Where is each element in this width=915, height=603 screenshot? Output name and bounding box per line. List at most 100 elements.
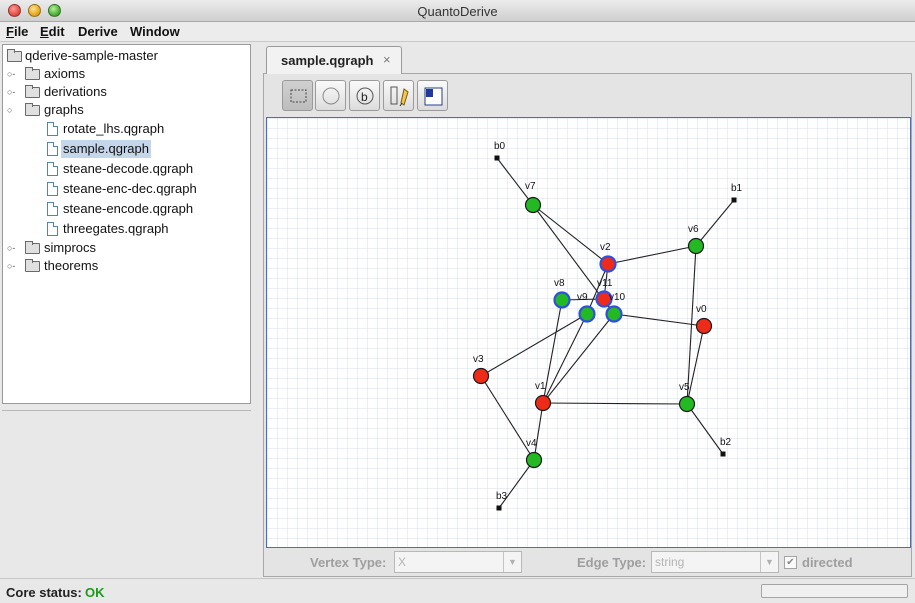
project-tree[interactable]: qderive-sample-master ○- axioms ○- deriv… — [2, 44, 251, 404]
graph-canvas[interactable]: b0 b1 b2 b3 v7 v6 v2 v8 v11 v9 v10 v0 v3 v1 v5 v4 — [266, 117, 911, 548]
tab-close-icon[interactable]: × — [383, 52, 391, 67]
tab-label: sample.qgraph — [281, 53, 374, 68]
graph-vertex-v7[interactable] — [524, 196, 542, 214]
collapse-toggle-icon[interactable]: ○ — [7, 105, 17, 115]
menu-bar: File Edit Derive Window — [0, 22, 915, 42]
tree-file-label-selected: sample.qgraph — [61, 140, 151, 158]
graph-vertex-b3[interactable] — [496, 505, 502, 511]
graph-vertex-label-v1: v1 — [535, 381, 546, 392]
tree-root[interactable]: qderive-sample-master — [3, 47, 243, 65]
tree-item-derivations[interactable]: ○- derivations — [3, 83, 243, 101]
vertex-type-select[interactable]: X ▼ — [394, 551, 522, 573]
graph-vertex-label-v8: v8 — [554, 278, 565, 289]
graph-vertex-v1[interactable] — [534, 394, 552, 412]
tab-sample-qgraph[interactable]: sample.qgraph × — [266, 46, 402, 74]
tree-file-rotate-lhs[interactable]: rotate_lhs.qgraph — [3, 120, 243, 138]
chevron-down-icon: ▼ — [760, 552, 778, 572]
graph-vertex-b1[interactable] — [731, 197, 737, 203]
tree-file-label: steane-enc-dec.qgraph — [63, 181, 197, 196]
tree-file-label: steane-decode.qgraph — [63, 161, 194, 176]
core-status-label: Core status: — [6, 585, 82, 600]
menu-edit[interactable]: Edit — [40, 24, 65, 39]
add-boundary-tool-icon: b — [356, 87, 374, 105]
graph-vertex-label-v11: v11 — [597, 278, 613, 289]
edge-type-value: string — [655, 555, 685, 569]
add-vertex-tool-button[interactable] — [315, 80, 346, 111]
add-vertex-tool-icon — [322, 87, 340, 105]
tree-item-label: simprocs — [44, 240, 97, 255]
menu-derive[interactable]: Derive — [78, 24, 118, 39]
tree-item-label: graphs — [44, 102, 84, 117]
graph-vertex-b0[interactable] — [494, 155, 500, 161]
tree-item-graphs[interactable]: ○ graphs — [3, 101, 243, 119]
window-title-bar: QuantoDerive — [0, 0, 915, 22]
menu-window[interactable]: Window — [130, 24, 180, 39]
graph-vertex-label-v9: v9 — [577, 292, 588, 303]
graph-vertex-label-v0: v0 — [696, 304, 707, 315]
graph-vertex-label-v7: v7 — [525, 181, 536, 192]
add-boundary-tool-button[interactable]: b — [349, 80, 380, 111]
graph-vertex-v6[interactable] — [687, 237, 705, 255]
tree-item-label: theorems — [44, 258, 99, 273]
secondary-panel — [2, 410, 251, 577]
graph-vertex-v5[interactable] — [678, 395, 696, 413]
folder-icon — [7, 49, 22, 62]
graph-vertex-v10[interactable] — [605, 305, 623, 323]
menu-file[interactable]: File — [6, 24, 28, 39]
graph-vertex-label-v2: v2 — [600, 242, 611, 253]
menu-edit-mnemonic: E — [40, 24, 49, 39]
graph-vertex-v4[interactable] — [525, 451, 543, 469]
graph-vertex-v9[interactable] — [578, 305, 596, 323]
expand-toggle-icon[interactable]: ○- — [7, 243, 17, 253]
tree-item-theorems[interactable]: ○- theorems — [3, 257, 243, 275]
graph-vertex-b2[interactable] — [720, 451, 726, 457]
svg-text:b: b — [361, 90, 368, 104]
tree-file-label: rotate_lhs.qgraph — [63, 121, 165, 136]
bang-box-tool-icon — [424, 87, 443, 106]
tree-item-simprocs[interactable]: ○- simprocs — [3, 239, 243, 257]
graph-vertex-label-b0: b0 — [494, 141, 506, 152]
tree-item-label: axioms — [44, 66, 86, 81]
core-status-value: OK — [85, 585, 105, 600]
vertex-type-value: X — [398, 555, 407, 569]
select-tool-icon — [290, 89, 307, 103]
graph-vertex-label-v3: v3 — [473, 354, 484, 365]
tree-file-steane-enc-dec[interactable]: steane-enc-dec.qgraph — [3, 180, 243, 198]
directed-checkbox[interactable]: ✔ — [784, 556, 797, 569]
folder-icon — [25, 67, 40, 80]
file-icon — [47, 222, 58, 236]
menu-derive-label: Derive — [78, 24, 118, 39]
bang-box-tool-button[interactable] — [417, 80, 448, 111]
tree-file-steane-encode[interactable]: steane-encode.qgraph — [3, 200, 243, 218]
edge-type-select[interactable]: string ▼ — [651, 551, 779, 573]
progress-bar — [761, 584, 908, 598]
edge-type-label: Edge Type: — [577, 555, 647, 570]
expand-toggle-icon[interactable]: ○- — [7, 261, 17, 271]
select-tool-button[interactable] — [282, 80, 313, 111]
file-icon — [47, 202, 58, 216]
graph-vertex-v2[interactable] — [599, 255, 617, 273]
graph-vertex-v0[interactable] — [695, 317, 713, 335]
graph-vertex-v8[interactable] — [553, 291, 571, 309]
folder-icon — [25, 259, 40, 272]
tree-item-axioms[interactable]: ○- axioms — [3, 65, 243, 83]
graph-vertex-label-b2: b2 — [720, 437, 732, 448]
expand-toggle-icon[interactable]: ○- — [7, 87, 17, 97]
graph-vertex-label-v6: v6 — [688, 224, 699, 235]
expand-toggle-icon[interactable]: ○- — [7, 69, 17, 79]
folder-icon — [25, 103, 40, 116]
tree-file-label: threegates.qgraph — [63, 221, 169, 236]
add-edge-tool-icon — [390, 86, 409, 107]
graph-svg[interactable]: b0 b1 b2 b3 v7 v6 v2 v8 v11 v9 v10 v0 v3 v1 v5 v4 — [267, 118, 911, 548]
tree-file-steane-decode[interactable]: steane-decode.qgraph — [3, 160, 243, 178]
file-icon — [47, 182, 58, 196]
canvas-grid — [267, 118, 910, 547]
graph-vertex-v3[interactable] — [472, 367, 490, 385]
menu-edit-label: dit — [48, 24, 65, 39]
folder-icon — [25, 85, 40, 98]
status-bar: Core status: OK — [0, 578, 915, 603]
tree-file-sample[interactable]: sample.qgraph — [3, 140, 243, 158]
tree-file-threegates[interactable]: threegates.qgraph — [3, 220, 243, 238]
graph-vertex-label-v10: v10 — [609, 292, 626, 303]
add-edge-tool-button[interactable] — [383, 80, 414, 111]
